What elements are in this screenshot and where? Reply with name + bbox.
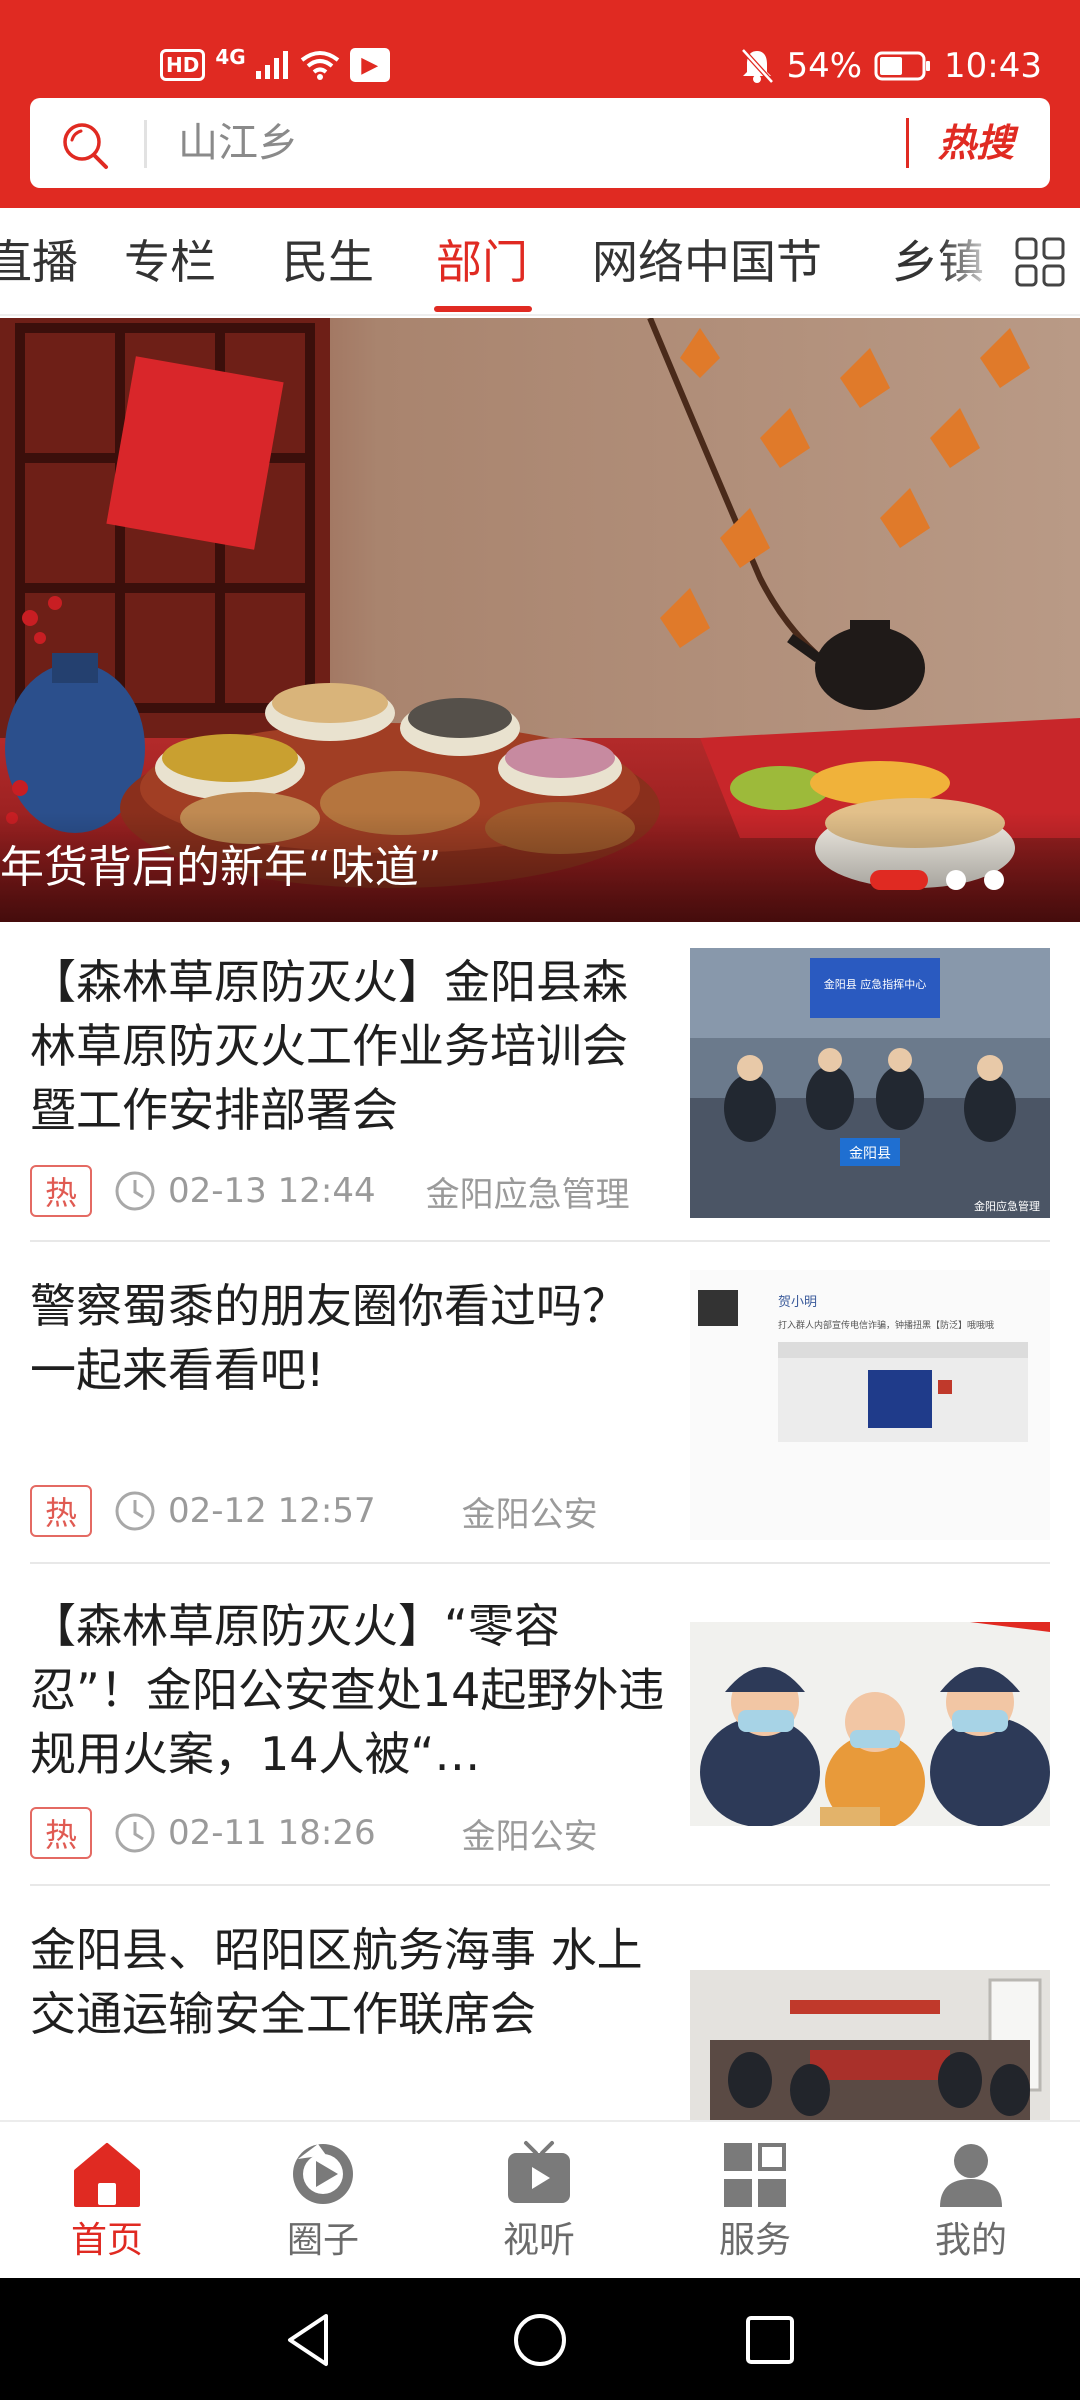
battery-percent: 54% [786, 46, 863, 86]
thumb-watermark-text: 金阳应急管理 [974, 1199, 1040, 1213]
search-input[interactable]: 山江乡 [178, 116, 298, 170]
news-meta: 热 02-11 18:26 金阳公安 [30, 1806, 598, 1860]
news-source: 金阳公安 [461, 1816, 598, 1857]
bottom-navigation: 首页 圈子 视听 服务 我的 [0, 2120, 1080, 2278]
news-item[interactable]: 金阳县、昭阳区航务海事 水上交通运输安全工作联席会 [0, 1888, 1080, 2120]
search-icon [63, 123, 108, 169]
profile-icon [940, 2144, 1002, 2207]
recents-icon[interactable] [738, 2308, 802, 2372]
news-source: 金阳应急管理 [425, 1174, 630, 1215]
thumb-name: 贺小明 [778, 1295, 817, 1310]
tab-livelihood[interactable]: 民生 [282, 232, 374, 292]
clock-icon [115, 1813, 155, 1853]
circle-icon [293, 2144, 353, 2204]
carousel-dot [946, 870, 966, 890]
nav-label: 我的 [934, 2220, 1007, 2261]
wifi-icon [300, 51, 339, 80]
nav-home[interactable]: 首页 [32, 2136, 182, 2266]
nav-media[interactable]: 视听 [464, 2136, 614, 2266]
active-tab-indicator [434, 306, 532, 312]
nav-circle[interactable]: 圈子 [248, 2136, 398, 2266]
news-title[interactable]: 【森林草原防灭火】“零容忍”！金阳公安查处14起野外违规用火案，14人被“… [30, 1594, 670, 1786]
chat-screenshot: 贺小明 打入群人内部宣传电信诈骗，钟播扭黑【防泛】哦哦哦 [690, 1270, 1050, 1540]
news-time: 02-13 12:44 [168, 1171, 376, 1211]
list-divider [30, 1884, 1050, 1886]
tab-department[interactable]: 部门 [436, 232, 528, 292]
news-thumbnail[interactable] [690, 1622, 1050, 1826]
home-circle-icon[interactable] [508, 2308, 572, 2372]
home-icon [74, 2143, 140, 2207]
hd-badge: HD [160, 49, 206, 81]
channel-grid-button[interactable] [1000, 210, 1080, 314]
search-divider [144, 120, 147, 168]
news-source: 金阳公安 [461, 1494, 598, 1535]
channel-tabs: 直播 专栏 民生 部门 网络中国节 乡镇 [0, 210, 1080, 316]
nav-label: 视听 [502, 2220, 575, 2261]
news-title[interactable]: 金阳县、昭阳区航务海事 水上交通运输安全工作联席会 [30, 1918, 680, 2046]
news-title[interactable]: 【森林草原防灭火】金阳县森林草原防灭火工作业务培训会暨工作安排部署会 [30, 950, 670, 1142]
banner-caption[interactable]: 年货背后的新年“味道” [0, 838, 442, 898]
news-item[interactable]: 【森林草原防灭火】“零容忍”！金阳公安查处14起野外违规用火案，14人被“… 热… [0, 1566, 1080, 1888]
tv-icon [508, 2141, 570, 2203]
clock-time: 10:43 [944, 46, 1042, 86]
thumb-text: 打入群人内部宣传电信诈骗，钟播扭黑【防泛】哦哦哦 [778, 1319, 994, 1331]
nav-service-icon-wrap [680, 2136, 830, 2212]
tabs-fade [940, 210, 1000, 314]
nav-profile-icon-wrap [896, 2136, 1046, 2212]
nav-profile[interactable]: 我的 [896, 2136, 1046, 2266]
app-header: HD 4G ▶ 54% 10:43 山江乡 热搜 [0, 0, 1080, 208]
nav-home-icon-wrap [32, 2136, 182, 2212]
tab-online-festival[interactable]: 网络中国节 [592, 232, 822, 292]
news-meta: 热 02-13 12:44 金阳应急管理 [30, 1164, 630, 1218]
hot-tag: 热 [30, 1165, 92, 1217]
mute-bell-icon [741, 48, 775, 84]
list-divider [30, 1240, 1050, 1242]
back-icon[interactable] [278, 2308, 342, 2372]
nav-circle-icon-wrap [248, 2136, 398, 2212]
clock-icon [115, 1491, 155, 1531]
nav-label: 服务 [718, 2220, 791, 2261]
hot-search-button[interactable]: 热搜 [938, 114, 1014, 172]
hot-tag: 热 [30, 1485, 92, 1537]
meeting-photo: 金阳县 应急指挥中心 金阳县 金阳应急管理 [690, 948, 1050, 1218]
app-notification-icon: ▶ [349, 48, 390, 82]
grid-icon [724, 2143, 786, 2207]
tab-column[interactable]: 专栏 [124, 232, 216, 292]
news-time: 02-11 18:26 [168, 1813, 376, 1853]
status-right: 54% 10:43 [740, 46, 1042, 86]
clock-icon [115, 1171, 155, 1211]
nav-label: 圈子 [286, 2220, 359, 2261]
thumb-banner-text: 金阳县 应急指挥中心 [824, 977, 927, 991]
signal-icon [255, 51, 288, 79]
news-time: 02-12 12:57 [168, 1491, 376, 1531]
list-divider [30, 1562, 1050, 1564]
grid-icon [1015, 237, 1065, 287]
search-bar[interactable]: 山江乡 热搜 [30, 98, 1050, 188]
hot-tag: 热 [30, 1807, 92, 1859]
status-bar: HD 4G ▶ 54% 10:43 [0, 40, 1080, 98]
news-meta: 热 02-12 12:57 金阳公安 [30, 1484, 598, 1538]
news-item[interactable]: 警察蜀黍的朋友圈你看过吗？一起来看看吧! 热 02-12 12:57 金阳公安 … [0, 1244, 1080, 1566]
thumb-nameplate-text: 金阳县 [849, 1146, 891, 1162]
battery-icon [874, 51, 931, 81]
status-left: HD 4G ▶ [160, 45, 390, 82]
nav-media-icon-wrap [464, 2136, 614, 2212]
tab-live[interactable]: 直播 [0, 232, 78, 292]
system-navigation-bar [0, 2278, 1080, 2400]
carousel-dot [984, 870, 1004, 890]
meeting-room-photo [690, 1970, 1050, 2120]
network-type: 4G [215, 45, 246, 69]
news-title[interactable]: 警察蜀黍的朋友圈你看过吗？一起来看看吧! [30, 1274, 670, 1402]
carousel-dot-active [870, 870, 928, 890]
news-thumbnail[interactable] [690, 1970, 1050, 2120]
news-item[interactable]: 【森林草原防灭火】金阳县森林草原防灭火工作业务培训会暨工作安排部署会 热 02-… [0, 922, 1080, 1244]
hot-search-divider [906, 118, 909, 168]
nav-label: 首页 [70, 2220, 143, 2261]
news-thumbnail[interactable]: 金阳县 应急指挥中心 金阳县 金阳应急管理 [690, 948, 1050, 1218]
nav-service[interactable]: 服务 [680, 2136, 830, 2266]
police-cartoon [690, 1622, 1050, 1826]
banner-carousel[interactable]: 年货背后的新年“味道” [0, 318, 1080, 922]
carousel-indicator [870, 870, 1004, 890]
news-thumbnail[interactable]: 贺小明 打入群人内部宣传电信诈骗，钟播扭黑【防泛】哦哦哦 [690, 1270, 1050, 1540]
